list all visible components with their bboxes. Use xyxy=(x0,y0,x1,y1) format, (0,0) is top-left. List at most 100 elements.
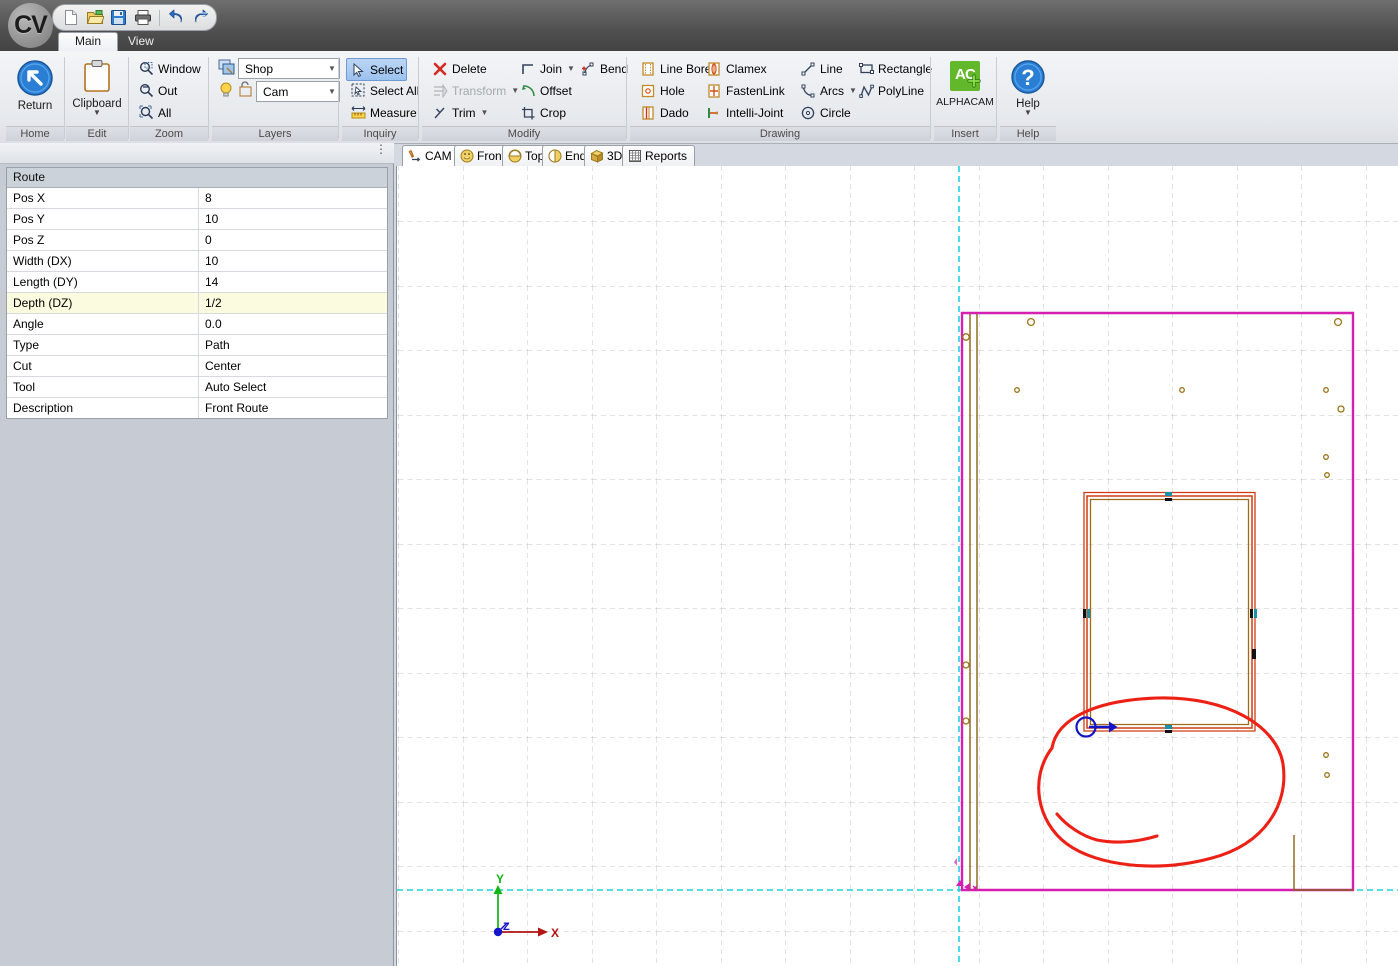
arcs-label: Arcs xyxy=(820,84,844,98)
crop-label: Crop xyxy=(540,106,566,120)
property-row-pos-y[interactable]: Pos Y 10 xyxy=(7,209,387,230)
new-file-icon[interactable] xyxy=(61,8,80,27)
property-value[interactable]: Auto Select xyxy=(199,377,387,397)
property-value[interactable]: 1/2 xyxy=(199,293,387,313)
property-value[interactable]: 8 xyxy=(199,188,387,208)
property-row-tool[interactable]: Tool Auto Select xyxy=(7,377,387,398)
property-row-pos-z[interactable]: Pos Z 0 xyxy=(7,230,387,251)
tab-cam[interactable]: CAM xyxy=(402,145,460,166)
arc-icon xyxy=(800,83,816,99)
chevron-down-icon[interactable]: ▼ xyxy=(567,64,575,73)
open-folder-icon[interactable] xyxy=(85,8,104,27)
lightbulb-icon[interactable] xyxy=(218,81,236,99)
property-value[interactable]: 10 xyxy=(199,251,387,271)
tab-reports[interactable]: Reports xyxy=(622,145,695,166)
polyline-button[interactable]: PolyLine xyxy=(854,80,928,101)
axis-label-y: Y xyxy=(496,872,504,886)
measure-button[interactable]: Measure xyxy=(346,102,421,123)
join-button[interactable]: Join ▼ xyxy=(516,58,579,79)
return-button[interactable]: Return xyxy=(6,55,64,125)
rectangle-button[interactable]: Rectangle xyxy=(854,58,936,79)
chevron-down-icon[interactable]: ▼ xyxy=(325,87,339,96)
rectangle-icon xyxy=(858,61,874,77)
ribbon-group-drawing: Line Bore Hole Dado Clamex xyxy=(630,53,930,141)
ribbon-group-edit: Clipboard ▼ Edit xyxy=(66,53,128,141)
save-icon[interactable] xyxy=(109,8,128,27)
zoom-all-icon xyxy=(138,105,154,121)
select-label: Select xyxy=(370,63,403,77)
chevron-down-icon[interactable]: ▼ xyxy=(1024,110,1032,116)
tab-main[interactable]: Main xyxy=(58,32,118,52)
chevron-down-icon[interactable]: ▼ xyxy=(325,64,339,73)
clipboard-button[interactable]: Clipboard ▼ xyxy=(68,55,126,125)
group-label-insert: Insert xyxy=(934,126,996,141)
bend-button[interactable]: Bend xyxy=(576,58,632,79)
trim-label: Trim xyxy=(452,106,476,120)
front-face-icon xyxy=(459,149,474,164)
panel-options-icon[interactable]: ⋮ xyxy=(375,146,387,153)
qat-overflow-icon[interactable] xyxy=(197,12,208,24)
tab-3d-label: 3D xyxy=(607,146,622,166)
line-bore-icon xyxy=(640,61,656,77)
print-icon[interactable] xyxy=(133,8,152,27)
layer-shop-select[interactable]: Shop ▼ xyxy=(238,58,340,79)
layer-cam-select[interactable]: Cam ▼ xyxy=(256,81,340,102)
chevron-down-icon[interactable]: ▼ xyxy=(93,110,101,116)
layers-icon xyxy=(218,59,236,77)
zoom-all-button[interactable]: All xyxy=(134,102,175,123)
property-name: Pos Z xyxy=(7,230,199,250)
circle-label: Circle xyxy=(820,106,851,120)
bend-label: Bend xyxy=(600,62,628,76)
select-all-button[interactable]: Select All xyxy=(346,80,423,101)
property-row-pos-x[interactable]: Pos X 8 xyxy=(7,188,387,209)
property-row-depth[interactable]: Depth (DZ) 1/2 xyxy=(7,293,387,314)
dado-button[interactable]: Dado xyxy=(636,102,693,123)
transform-button[interactable]: Transform ▼ xyxy=(428,80,523,101)
help-button[interactable]: ? Help ▼ xyxy=(999,55,1057,125)
red-x-icon xyxy=(432,61,448,77)
offset-icon xyxy=(520,83,536,99)
offset-button[interactable]: Offset xyxy=(516,80,576,101)
crop-button[interactable]: Crop xyxy=(516,102,570,123)
ribbon-group-zoom: Window Out All Zoom xyxy=(130,53,208,141)
property-row-length[interactable]: Length (DY) 14 xyxy=(7,272,387,293)
group-label-layers: Layers xyxy=(212,126,338,141)
hole-button[interactable]: Hole xyxy=(636,80,689,101)
clamex-button[interactable]: Clamex xyxy=(702,58,771,79)
zoom-out-button[interactable]: Out xyxy=(134,80,181,101)
delete-button[interactable]: Delete xyxy=(428,58,491,79)
property-row-description[interactable]: Description Front Route xyxy=(7,398,387,418)
group-divider xyxy=(208,57,209,139)
property-value[interactable]: 14 xyxy=(199,272,387,292)
cad-viewport[interactable]: Y X Z xyxy=(397,166,1398,966)
alphacam-button[interactable]: A C ALPHACAM xyxy=(933,55,997,125)
zoom-window-button[interactable]: Window xyxy=(134,58,205,79)
line-button[interactable]: Line xyxy=(796,58,847,79)
polyline-icon xyxy=(858,83,874,99)
property-row-type[interactable]: Type Path xyxy=(7,335,387,356)
tab-view[interactable]: View xyxy=(112,32,170,51)
property-row-angle[interactable]: Angle 0.0 xyxy=(7,314,387,335)
drawing-canvas[interactable]: Y X Z xyxy=(396,166,1398,966)
arcs-button[interactable]: Arcs ▼ xyxy=(796,80,861,101)
property-value[interactable]: 0 xyxy=(199,230,387,250)
property-value[interactable]: Path xyxy=(199,335,387,355)
chevron-down-icon[interactable]: ▼ xyxy=(481,108,489,117)
circle-button[interactable]: Circle xyxy=(796,102,855,123)
svg-text:?: ? xyxy=(1021,65,1034,90)
property-value[interactable]: 10 xyxy=(199,209,387,229)
app-logo[interactable]: CV xyxy=(8,3,53,48)
fastenlink-button[interactable]: FastenLink xyxy=(702,80,789,101)
intelli-joint-button[interactable]: Intelli-Joint xyxy=(702,102,787,123)
transform-icon xyxy=(432,83,448,99)
application-window: CV Main View Return Home xyxy=(0,0,1398,966)
property-row-cut[interactable]: Cut Center xyxy=(7,356,387,377)
property-value[interactable]: 0.0 xyxy=(199,314,387,334)
select-button[interactable]: Select xyxy=(346,58,407,81)
property-value[interactable]: Center xyxy=(199,356,387,376)
title-bar xyxy=(0,0,1398,32)
undo-icon[interactable] xyxy=(167,8,186,27)
trim-button[interactable]: Trim ▼ xyxy=(428,102,492,123)
property-value[interactable]: Front Route xyxy=(199,398,387,418)
property-row-width[interactable]: Width (DX) 10 xyxy=(7,251,387,272)
